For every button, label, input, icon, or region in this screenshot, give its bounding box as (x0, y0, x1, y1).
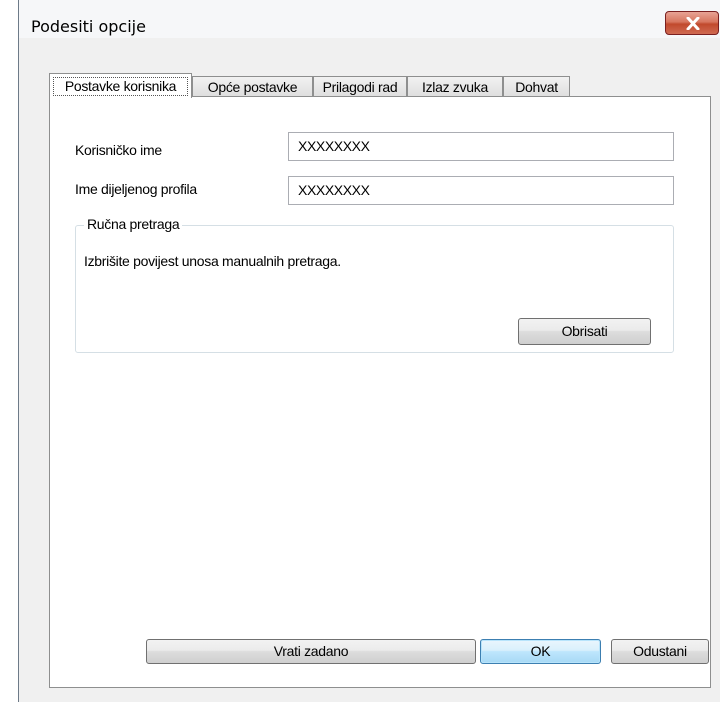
tab-sound-output[interactable]: Izlaz zvuka (407, 76, 503, 97)
delete-button[interactable]: Obrisati (518, 318, 651, 345)
tab-customize[interactable]: Prilagodi rad (313, 76, 407, 97)
manual-search-group: Ručna pretraga Izbrišite povijest unosa … (75, 216, 674, 353)
tab-general-settings[interactable]: Opće postavke (192, 76, 313, 97)
tab-label: Prilagodi rad (322, 79, 398, 95)
group-title: Ručna pretraga (84, 216, 183, 232)
tab-label: Dohvat (515, 79, 558, 95)
tab-panel-user-settings: Korisničko ime XXXXXXXX Ime dijeljenog p… (49, 96, 711, 688)
tab-label: Izlaz zvuka (422, 79, 488, 95)
cancel-button[interactable]: Odustani (611, 639, 709, 664)
options-dialog: Podesiti opcije Postavke korisnika Opće … (18, 0, 720, 702)
username-field[interactable]: XXXXXXXX (288, 132, 674, 161)
manual-search-description: Izbrišite povijest unosa manualnih pretr… (84, 253, 341, 269)
close-button[interactable] (665, 11, 719, 35)
shared-profile-label: Ime dijeljenog profila (75, 181, 197, 197)
tab-label: Opće postavke (207, 79, 298, 95)
username-label: Korisničko ime (75, 142, 162, 158)
shared-profile-field[interactable]: XXXXXXXX (288, 176, 674, 205)
window-title: Podesiti opcije (31, 17, 146, 36)
tab-fetch[interactable]: Dohvat (503, 76, 570, 97)
tab-user-settings[interactable]: Postavke korisnika (49, 73, 192, 98)
tab-focus-rect (53, 77, 188, 96)
ok-button[interactable]: OK (480, 639, 601, 664)
title-bar: Podesiti opcije (19, 0, 720, 38)
reset-defaults-button[interactable]: Vrati zadano (146, 639, 476, 664)
dialog-content: Postavke korisnika Opće postavke Prilago… (19, 38, 720, 702)
close-icon (686, 17, 700, 30)
